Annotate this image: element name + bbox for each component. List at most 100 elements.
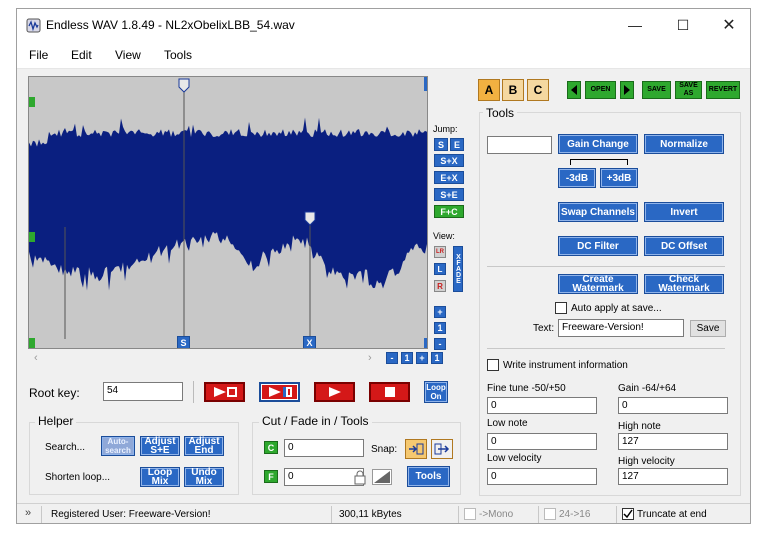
left-top-handle[interactable] [29, 97, 35, 107]
ruler-one2-button[interactable]: 1 [431, 352, 443, 364]
gain-value-field[interactable] [487, 136, 552, 154]
fade-f-field[interactable]: 0 [284, 468, 364, 486]
ruler-one-button[interactable]: 1 [401, 352, 413, 364]
jump-e-button[interactable]: E [450, 138, 464, 151]
status-separator [616, 506, 617, 523]
scroll-right-icon[interactable]: › [368, 352, 372, 364]
high-velocity-label: High velocity [618, 456, 675, 467]
chevron-down-icon[interactable]: » [25, 507, 31, 519]
revert-button[interactable]: REVERT [706, 81, 740, 99]
save-as-button[interactable]: SAVE AS [675, 81, 702, 99]
waveform-scrollbar[interactable]: ‹ › - 1 + 1 [28, 350, 443, 366]
dc-filter-button[interactable]: DC Filter [558, 236, 638, 256]
open-button[interactable]: OPEN [585, 81, 616, 99]
x-marker-box[interactable]: X [303, 336, 316, 348]
jump-sx-button[interactable]: S+X [434, 154, 464, 167]
jump-fc-button[interactable]: F+C [434, 205, 464, 218]
gain-change-button[interactable]: Gain Change [558, 134, 638, 154]
tools-button[interactable]: Tools [407, 466, 450, 487]
waveform-display[interactable]: S X [28, 76, 428, 349]
s-marker-box[interactable]: S [177, 336, 190, 348]
zoom-in-button[interactable]: + [434, 306, 446, 318]
low-note-field[interactable]: 0 [487, 433, 597, 450]
bits-label: 24->16 [559, 509, 591, 520]
status-bar: » Registered User: Freeware-Version! 300… [17, 503, 750, 523]
view-r-button[interactable]: R [434, 280, 446, 292]
scroll-left-icon[interactable]: ‹ [34, 352, 38, 364]
play-start-button[interactable] [259, 382, 300, 402]
registered-user-text: Registered User: Freeware-Version! [51, 509, 211, 520]
auto-apply-checkbox[interactable] [555, 302, 567, 314]
zoom-out-button[interactable]: - [434, 338, 446, 350]
snap-out-button[interactable] [431, 439, 453, 459]
create-watermark-button[interactable]: Create Watermark [558, 274, 638, 294]
mono-checkbox[interactable] [464, 508, 476, 520]
app-window: Endless WAV 1.8.49 - NL2xObelixLBB_54.wa… [16, 8, 751, 524]
save-button[interactable]: SAVE [642, 81, 671, 99]
high-note-field[interactable]: 127 [618, 433, 728, 450]
ruler-plus-button[interactable]: + [416, 352, 428, 364]
play-loop-button[interactable] [204, 382, 245, 402]
right-bottom-handle[interactable] [424, 338, 428, 349]
xfade-button[interactable]: XFADE [453, 246, 463, 292]
adjust-se-button[interactable]: Adjust S+E [140, 436, 180, 456]
play-button[interactable] [314, 382, 355, 402]
menu-tools[interactable]: Tools [164, 48, 192, 62]
view-l-button[interactable]: L [434, 263, 446, 275]
truncate-checkbox[interactable] [622, 508, 634, 520]
menu-edit[interactable]: Edit [71, 48, 92, 62]
jump-se-button[interactable]: S+E [434, 188, 464, 201]
lock-icon[interactable] [353, 469, 367, 485]
left-mid-handle[interactable] [29, 232, 35, 242]
minus-3db-button[interactable]: -3dB [558, 168, 596, 188]
next-file-button[interactable] [620, 81, 634, 99]
prev-file-button[interactable] [567, 81, 581, 99]
gain-field[interactable]: 0 [618, 397, 728, 414]
slot-c-button[interactable]: C [527, 79, 549, 101]
shorten-label: Shorten loop... [45, 472, 111, 483]
ruler-minus-button[interactable]: - [386, 352, 398, 364]
adjust-end-button[interactable]: Adjust End [184, 436, 224, 456]
tools-separator-1 [487, 266, 725, 267]
search-label: Search... [45, 442, 86, 453]
slot-a-button[interactable]: A [478, 79, 500, 101]
watermark-save-button[interactable]: Save [690, 320, 726, 337]
view-lr-button[interactable]: LR [434, 246, 446, 258]
check-watermark-button[interactable]: Check Watermark [644, 274, 724, 294]
snap-in-button[interactable] [405, 439, 427, 459]
fade-curve-icon[interactable] [372, 469, 392, 485]
high-note-label: High note [618, 421, 661, 432]
swap-channels-button[interactable]: Swap Channels [558, 202, 638, 222]
auto-search-button[interactable]: Auto-search [101, 436, 135, 456]
loop-on-button[interactable]: Loop On [424, 381, 448, 403]
high-velocity-field[interactable]: 127 [618, 468, 728, 485]
left-bottom-handle[interactable] [29, 338, 35, 349]
zoom-one-button[interactable]: 1 [434, 322, 446, 334]
next-icon [624, 85, 630, 95]
bits-checkbox[interactable] [544, 508, 556, 520]
low-velocity-field[interactable]: 0 [487, 468, 597, 485]
menu-view[interactable]: View [115, 48, 141, 62]
check-icon [623, 509, 633, 519]
invert-button[interactable]: Invert [644, 202, 724, 222]
menu-file[interactable]: File [29, 48, 48, 62]
cut-c-field[interactable]: 0 [284, 439, 364, 457]
undo-mix-button[interactable]: Undo Mix [184, 467, 224, 487]
watermark-text-field[interactable]: Freeware-Version! [558, 319, 684, 337]
maximize-button[interactable]: ☐ [660, 9, 706, 41]
dc-offset-button[interactable]: DC Offset [644, 236, 724, 256]
fine-tune-field[interactable]: 0 [487, 397, 597, 414]
stop-button[interactable] [369, 382, 410, 402]
plus-3db-button[interactable]: +3dB [600, 168, 638, 188]
status-separator [331, 506, 332, 523]
write-instrument-checkbox[interactable] [487, 359, 499, 371]
jump-s-button[interactable]: S [434, 138, 448, 151]
loop-mix-button[interactable]: Loop Mix [140, 467, 180, 487]
root-key-field[interactable]: 54 [103, 382, 183, 401]
minimize-button[interactable]: — [612, 9, 658, 41]
normalize-button[interactable]: Normalize [644, 134, 724, 154]
right-top-handle[interactable] [424, 77, 428, 91]
slot-b-button[interactable]: B [502, 79, 524, 101]
jump-ex-button[interactable]: E+X [434, 171, 464, 184]
close-button[interactable]: ✕ [706, 9, 750, 41]
